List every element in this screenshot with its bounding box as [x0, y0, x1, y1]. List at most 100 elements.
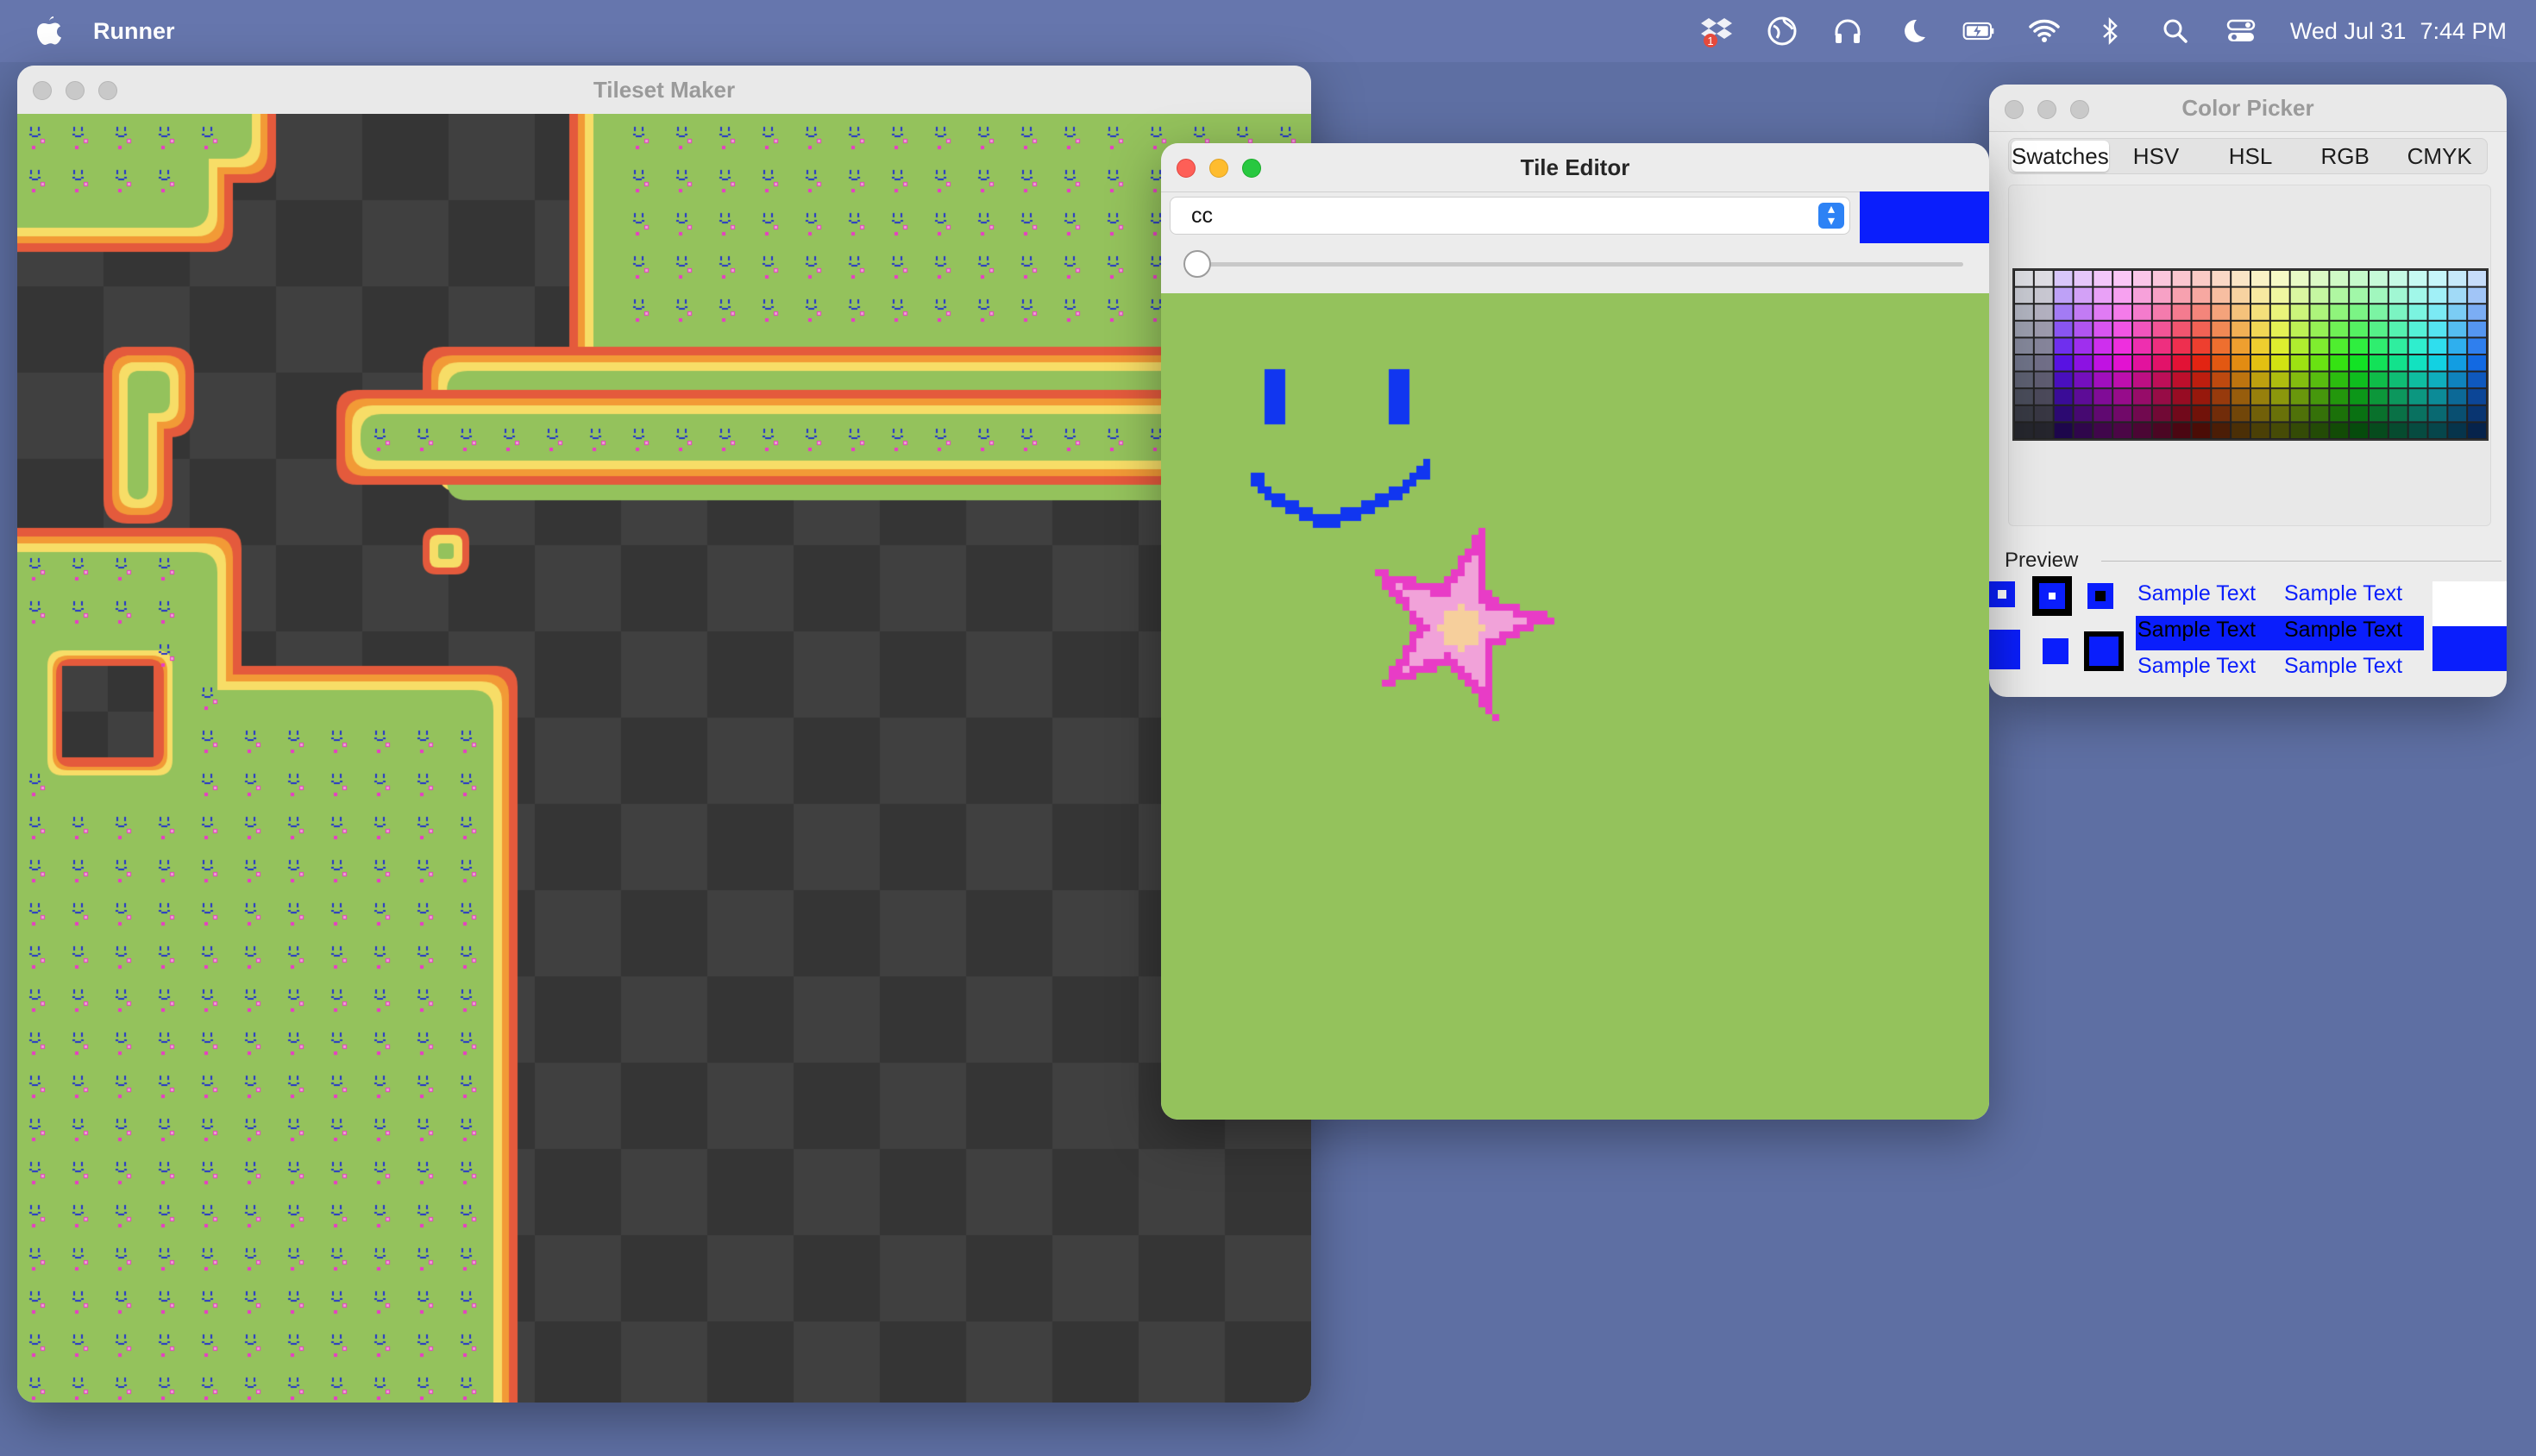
color-swatch-cell[interactable] — [2054, 287, 2073, 304]
color-swatch-cell[interactable] — [2113, 389, 2131, 405]
color-swatch-cell[interactable] — [2310, 355, 2329, 371]
color-swatch-cell[interactable] — [2192, 405, 2211, 422]
color-swatch-cell[interactable] — [2270, 338, 2289, 354]
color-swatch-cell[interactable] — [2034, 389, 2053, 405]
color-swatch-cell[interactable] — [2448, 405, 2467, 422]
current-color-swatch[interactable] — [1860, 191, 1989, 243]
color-swatch-cell[interactable] — [2113, 271, 2131, 286]
color-swatch-cell[interactable] — [2270, 287, 2289, 304]
color-swatch-cell[interactable] — [2270, 321, 2289, 337]
color-swatch-cell[interactable] — [2370, 321, 2388, 337]
color-swatch-cell[interactable] — [2212, 321, 2231, 337]
color-swatch-cell[interactable] — [2468, 271, 2486, 286]
color-swatch-cell[interactable] — [2370, 338, 2388, 354]
tileset-titlebar[interactable]: Tileset Maker — [17, 66, 1311, 115]
color-swatch-cell[interactable] — [2448, 304, 2467, 320]
color-swatch-cell[interactable] — [2192, 355, 2211, 371]
color-swatch-cell[interactable] — [2172, 287, 2191, 304]
color-swatch-cell[interactable] — [2172, 271, 2191, 286]
color-swatch-cell[interactable] — [2330, 304, 2349, 320]
color-swatch-cell[interactable] — [2133, 405, 2151, 422]
color-swatch-cell[interactable] — [2370, 355, 2388, 371]
color-swatch-cell[interactable] — [2172, 338, 2191, 354]
color-swatch-cell[interactable] — [2408, 321, 2427, 337]
color-swatch-cell[interactable] — [2350, 405, 2368, 422]
color-swatch-cell[interactable] — [2152, 287, 2171, 304]
color-swatch-cell[interactable] — [2290, 389, 2309, 405]
color-swatch-cell[interactable] — [2468, 321, 2486, 337]
color-swatch-cell[interactable] — [2074, 355, 2093, 371]
color-swatch-cell[interactable] — [2330, 389, 2349, 405]
color-swatch-cell[interactable] — [2330, 423, 2349, 438]
tab-hsl[interactable]: HSL — [2203, 143, 2298, 170]
color-swatch-cell[interactable] — [2113, 287, 2131, 304]
color-swatch-cell[interactable] — [2408, 304, 2427, 320]
color-swatch-cell[interactable] — [2015, 271, 2033, 286]
menu-clock[interactable]: Wed Jul 31 7:44 PM — [2290, 18, 2507, 45]
color-swatch-cell[interactable] — [2074, 321, 2093, 337]
color-swatch-cell[interactable] — [2251, 271, 2269, 286]
color-swatch-cell[interactable] — [2133, 271, 2151, 286]
tile-select[interactable]: cc ▴ ▾ — [1170, 197, 1850, 235]
color-swatch-cell[interactable] — [2113, 423, 2131, 438]
color-swatch-cell[interactable] — [2388, 321, 2407, 337]
color-swatch-cell[interactable] — [2468, 287, 2486, 304]
color-swatch-cell[interactable] — [2133, 423, 2151, 438]
color-swatch-cell[interactable] — [2212, 405, 2231, 422]
color-swatch-cell[interactable] — [2350, 287, 2368, 304]
color-swatch-cell[interactable] — [2133, 372, 2151, 388]
color-swatch-cell[interactable] — [2408, 405, 2427, 422]
wifi-icon[interactable] — [2028, 15, 2061, 47]
tile-canvas[interactable] — [1161, 293, 1989, 1120]
color-swatch-cell[interactable] — [2448, 372, 2467, 388]
editor-titlebar[interactable]: Tile Editor — [1161, 143, 1989, 192]
color-swatch-cell[interactable] — [2152, 271, 2171, 286]
picker-titlebar[interactable]: Color Picker — [1989, 85, 2507, 132]
color-swatch-cell[interactable] — [2270, 423, 2289, 438]
color-swatch-cell[interactable] — [2388, 271, 2407, 286]
color-swatch-cell[interactable] — [2330, 405, 2349, 422]
color-swatch-cell[interactable] — [2172, 355, 2191, 371]
color-swatch-cell[interactable] — [2015, 321, 2033, 337]
color-swatch-cell[interactable] — [2290, 372, 2309, 388]
color-swatch-cell[interactable] — [2152, 355, 2171, 371]
color-swatch-cell[interactable] — [2448, 389, 2467, 405]
color-swatch-cell[interactable] — [2113, 338, 2131, 354]
color-swatch-cell[interactable] — [2290, 271, 2309, 286]
color-swatch-cell[interactable] — [2232, 321, 2250, 337]
color-swatch-cell[interactable] — [2113, 321, 2131, 337]
color-swatch-cell[interactable] — [2408, 338, 2427, 354]
color-swatch-cell[interactable] — [2093, 405, 2112, 422]
color-swatch-cell[interactable] — [2408, 287, 2427, 304]
color-swatch-cell[interactable] — [2408, 389, 2427, 405]
color-swatch-cell[interactable] — [2468, 405, 2486, 422]
color-swatch-cell[interactable] — [2428, 355, 2447, 371]
color-swatch-cell[interactable] — [2152, 338, 2171, 354]
color-swatch-cell[interactable] — [2448, 338, 2467, 354]
color-swatch-cell[interactable] — [2015, 287, 2033, 304]
color-swatch-cell[interactable] — [2290, 304, 2309, 320]
color-swatch-cell[interactable] — [2212, 389, 2231, 405]
color-swatch-cell[interactable] — [2133, 304, 2151, 320]
color-swatch-cell[interactable] — [2350, 372, 2368, 388]
color-swatch-cell[interactable] — [2388, 355, 2407, 371]
color-swatch-cell[interactable] — [2428, 287, 2447, 304]
color-swatch-cell[interactable] — [2468, 389, 2486, 405]
color-swatch-cell[interactable] — [2388, 338, 2407, 354]
color-swatch-cell[interactable] — [2448, 271, 2467, 286]
tab-swatches[interactable]: Swatches — [2012, 141, 2109, 172]
color-swatch-cell[interactable] — [2270, 372, 2289, 388]
color-swatch-cell[interactable] — [2192, 372, 2211, 388]
swatch-grid[interactable] — [2012, 268, 2489, 441]
color-swatch-cell[interactable] — [2212, 338, 2231, 354]
search-icon[interactable] — [2159, 15, 2192, 47]
color-swatch-cell[interactable] — [2034, 423, 2053, 438]
color-swatch-cell[interactable] — [2350, 304, 2368, 320]
app-name[interactable]: Runner — [93, 18, 175, 45]
color-swatch-cell[interactable] — [2232, 304, 2250, 320]
brush-slider-thumb[interactable] — [1183, 250, 1211, 278]
close-button[interactable] — [2005, 100, 2024, 119]
color-swatch-cell[interactable] — [2270, 355, 2289, 371]
brush-slider-track[interactable] — [1187, 262, 1963, 267]
color-swatch-cell[interactable] — [2428, 372, 2447, 388]
